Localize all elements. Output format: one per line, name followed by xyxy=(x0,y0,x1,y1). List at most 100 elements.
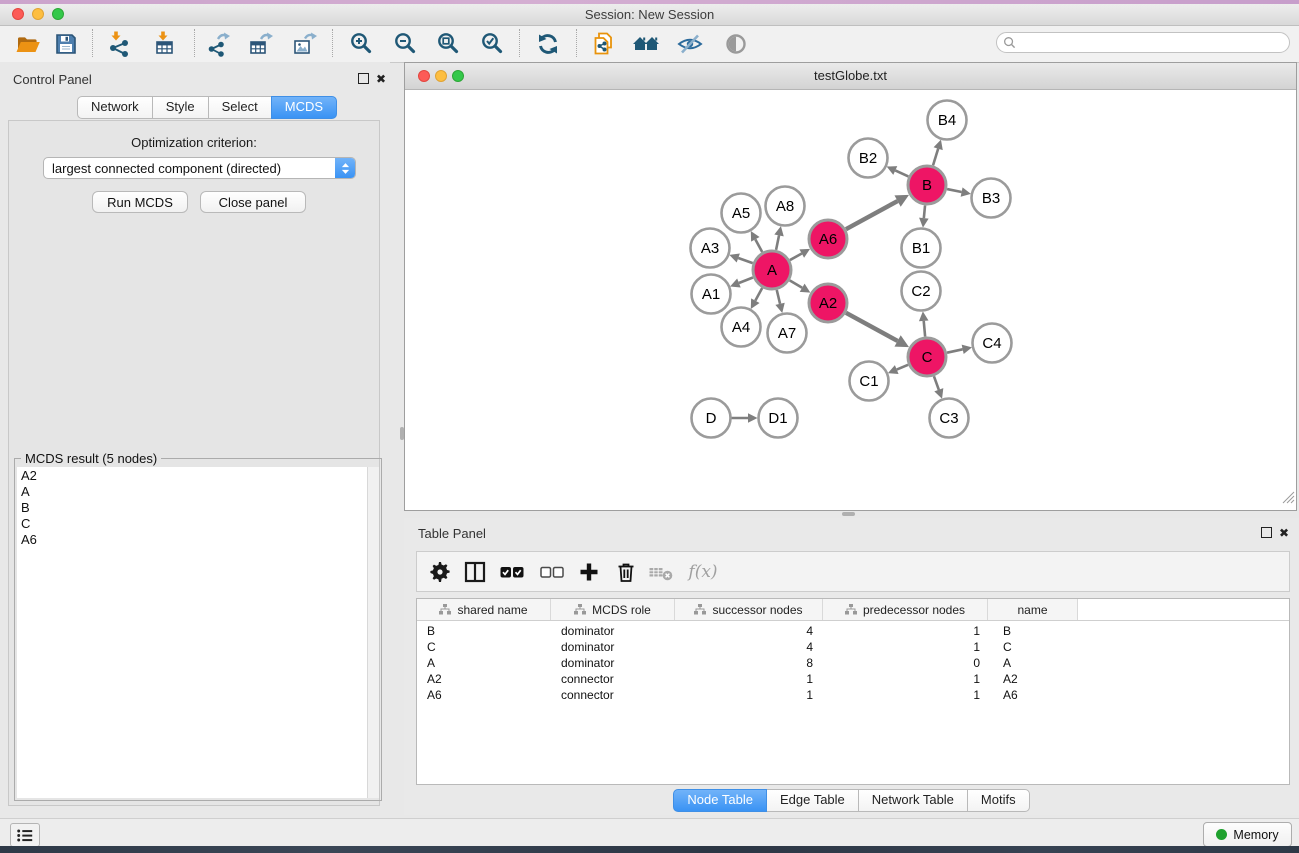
frame-close-icon[interactable] xyxy=(418,70,430,82)
graph-edge-A-A7[interactable] xyxy=(777,290,780,304)
graph-node-B[interactable]: B xyxy=(908,166,946,204)
export-network-button[interactable] xyxy=(202,28,236,59)
close-mcds-panel-button[interactable]: Close panel xyxy=(200,191,306,213)
tab-motifs[interactable]: Motifs xyxy=(967,789,1030,812)
graph-node-C4[interactable]: C4 xyxy=(973,324,1012,363)
graph-node-B2[interactable]: B2 xyxy=(849,139,888,178)
home-button[interactable] xyxy=(629,28,663,59)
table-row[interactable]: Adominator80A xyxy=(417,655,1289,671)
desktop-horizontal-scrollbar[interactable] xyxy=(842,512,855,516)
frame-minimize-icon[interactable] xyxy=(435,70,447,82)
tab-network-table[interactable]: Network Table xyxy=(858,789,968,812)
graph-edge-C-C4[interactable] xyxy=(947,349,963,352)
graph-node-B4[interactable]: B4 xyxy=(928,101,967,140)
graph-node-A3[interactable]: A3 xyxy=(691,229,730,268)
copy-network-button[interactable] xyxy=(587,28,621,59)
tab-edge-table[interactable]: Edge Table xyxy=(766,789,859,812)
close-table-panel-icon[interactable]: ✖ xyxy=(1279,527,1289,539)
column-header-mcds-role[interactable]: MCDS role xyxy=(551,599,675,620)
desktop-vertical-scrollbar[interactable] xyxy=(400,427,404,440)
network-frame-titlebar[interactable]: testGlobe.txt xyxy=(405,63,1296,90)
graph-node-C2[interactable]: C2 xyxy=(902,272,941,311)
graph-node-A6[interactable]: A6 xyxy=(809,220,847,258)
graph-edge-C-C1[interactable] xyxy=(897,365,908,370)
graph-edge-A-A4[interactable] xyxy=(755,288,762,301)
close-panel-icon[interactable]: ✖ xyxy=(376,73,386,85)
save-session-button[interactable] xyxy=(49,28,83,59)
column-header-predecessor-nodes[interactable]: predecessor nodes xyxy=(823,599,988,620)
tab-select[interactable]: Select xyxy=(208,96,272,119)
float-table-panel-icon[interactable] xyxy=(1261,527,1272,538)
open-session-button[interactable] xyxy=(11,28,45,59)
graph-node-B1[interactable]: B1 xyxy=(902,229,941,268)
graph-node-A7[interactable]: A7 xyxy=(768,314,807,353)
graph-edge-A6-B[interactable] xyxy=(846,201,898,229)
delete-column-button[interactable] xyxy=(611,557,641,587)
zoom-selected-button[interactable] xyxy=(475,28,509,59)
graph-node-A5[interactable]: A5 xyxy=(722,194,761,233)
toggle-panel-mode-button[interactable] xyxy=(460,557,490,587)
refresh-layout-button[interactable] xyxy=(531,28,565,59)
delete-table-button[interactable] xyxy=(646,557,676,587)
resize-grip-icon[interactable] xyxy=(1282,491,1295,509)
graph-node-A8[interactable]: A8 xyxy=(766,187,805,226)
graph-node-C1[interactable]: C1 xyxy=(850,362,889,401)
table-row[interactable]: A6connector11A6 xyxy=(417,687,1289,703)
import-network-button[interactable] xyxy=(102,28,136,59)
tab-network[interactable]: Network xyxy=(77,96,153,119)
graph-edge-A-A8[interactable] xyxy=(776,235,779,250)
graph-edge-A-A6[interactable] xyxy=(790,254,802,261)
float-panel-icon[interactable] xyxy=(358,73,369,84)
graph-edge-B-B3[interactable] xyxy=(947,189,962,192)
zoom-fit-button[interactable] xyxy=(431,28,465,59)
deselect-all-button[interactable] xyxy=(537,557,567,587)
graph-edge-A-A5[interactable] xyxy=(755,239,762,252)
mcds-result-scrollbar[interactable] xyxy=(368,467,379,798)
graph-node-A1[interactable]: A1 xyxy=(692,275,731,314)
close-window-icon[interactable] xyxy=(12,8,24,20)
hide-graphics-details-button[interactable] xyxy=(673,28,707,59)
graph-edge-A-A1[interactable] xyxy=(739,278,753,284)
mcds-result-item[interactable]: A2 xyxy=(17,468,367,484)
zoom-in-button[interactable] xyxy=(344,28,378,59)
table-row[interactable]: A2connector11A2 xyxy=(417,671,1289,687)
zoom-window-icon[interactable] xyxy=(52,8,64,20)
graph-node-B3[interactable]: B3 xyxy=(972,179,1011,218)
mcds-result-item[interactable]: A6 xyxy=(17,532,367,548)
minimize-window-icon[interactable] xyxy=(32,8,44,20)
column-header-successor-nodes[interactable]: successor nodes xyxy=(675,599,823,620)
show-graphics-details-button[interactable] xyxy=(719,28,753,59)
attribute-settings-button[interactable] xyxy=(425,557,455,587)
graph-node-D1[interactable]: D1 xyxy=(759,399,798,438)
network-canvas[interactable]: B4B2BB3A8A5A6B1A3AC2A1A2A4A7C4CC1C3DD1 xyxy=(405,90,1296,510)
mcds-result-item[interactable]: C xyxy=(17,516,367,532)
graph-node-A4[interactable]: A4 xyxy=(722,308,761,347)
mcds-result-item[interactable]: B xyxy=(17,500,367,516)
import-table-button[interactable] xyxy=(147,28,181,59)
tab-node-table[interactable]: Node Table xyxy=(673,789,767,812)
graph-node-C[interactable]: C xyxy=(908,338,946,376)
tab-mcds[interactable]: MCDS xyxy=(271,96,337,119)
graph-edge-C-C2[interactable] xyxy=(924,321,925,337)
run-mcds-button[interactable]: Run MCDS xyxy=(92,191,188,213)
zoom-out-button[interactable] xyxy=(388,28,422,59)
optimization-criterion-select[interactable]: largest connected component (directed) xyxy=(43,157,356,179)
add-column-button[interactable] xyxy=(574,557,604,587)
graph-edge-B-B4[interactable] xyxy=(933,149,938,166)
graph-edge-A2-C[interactable] xyxy=(846,313,898,341)
graph-node-A[interactable]: A xyxy=(753,251,791,289)
graph-node-D[interactable]: D xyxy=(692,399,731,438)
search-input[interactable] xyxy=(1016,35,1285,51)
function-builder-button[interactable]: f(x) xyxy=(683,557,723,587)
memory-button[interactable]: Memory xyxy=(1203,822,1292,847)
tab-style[interactable]: Style xyxy=(152,96,209,119)
graph-edge-C-C3[interactable] xyxy=(934,376,939,389)
select-all-button[interactable] xyxy=(497,557,527,587)
table-row[interactable]: Bdominator41B xyxy=(417,623,1289,639)
show-task-history-button[interactable] xyxy=(10,823,40,847)
graph-edge-A-A2[interactable] xyxy=(790,280,802,287)
graph-node-C3[interactable]: C3 xyxy=(930,399,969,438)
graph-edge-B-B1[interactable] xyxy=(924,205,925,218)
column-header-shared-name[interactable]: shared name xyxy=(417,599,551,620)
mcds-result-item[interactable]: A xyxy=(17,484,367,500)
